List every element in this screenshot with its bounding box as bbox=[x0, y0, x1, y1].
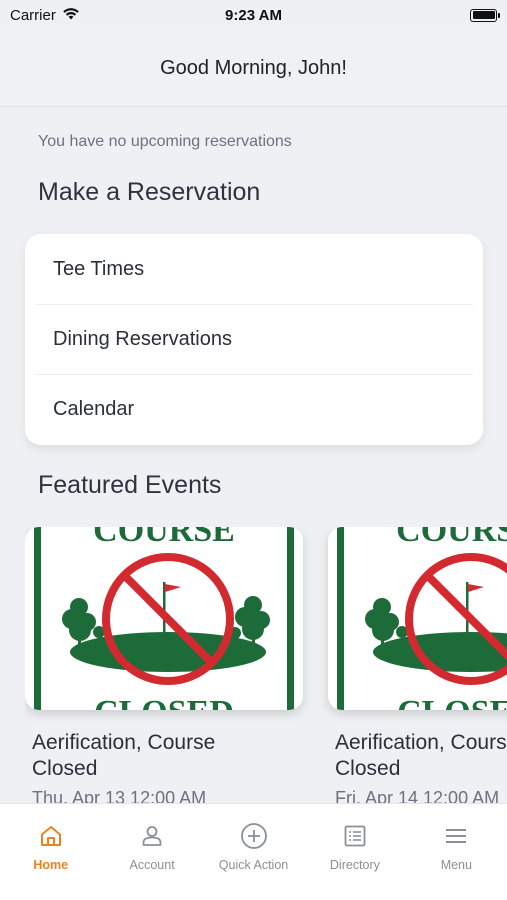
course-closed-image: COURSE CLOSED bbox=[328, 527, 507, 710]
tab-label: Directory bbox=[329, 858, 380, 872]
course-closed-sign-illustration: COURSE CLOSED bbox=[25, 527, 303, 710]
event-title: Aerification, Course Closed bbox=[32, 731, 216, 780]
tab-menu[interactable]: Menu bbox=[406, 804, 507, 900]
bottom-tab-bar: Home Account Quick Action Directory Menu bbox=[0, 803, 507, 900]
tab-label: Account bbox=[129, 858, 175, 872]
dining-reservations-item[interactable]: Dining Reservations bbox=[25, 304, 483, 374]
home-icon bbox=[37, 822, 65, 850]
tab-quick-action[interactable]: Quick Action bbox=[203, 804, 304, 900]
reservation-options-card: Tee Times Dining Reservations Calendar bbox=[25, 234, 483, 445]
carrier-label: Carrier bbox=[10, 6, 56, 24]
course-closed-sign-illustration: COURSE CLOSED bbox=[328, 527, 507, 710]
tab-account[interactable]: Account bbox=[101, 804, 202, 900]
plus-circle-icon bbox=[240, 822, 268, 850]
wifi-icon bbox=[62, 7, 80, 24]
list-icon bbox=[341, 822, 369, 850]
course-closed-image: COURSE CLOSED bbox=[25, 527, 303, 710]
tab-label: Home bbox=[33, 858, 69, 872]
featured-events-carousel[interactable]: COURSE CLOSED Aerification, Course Close… bbox=[25, 527, 507, 807]
event-title: Aerification, Course Closed bbox=[335, 731, 507, 780]
tab-directory[interactable]: Directory bbox=[304, 804, 405, 900]
sign-top-text: COURSE bbox=[93, 527, 235, 549]
tab-label: Menu bbox=[440, 858, 472, 872]
person-icon bbox=[138, 822, 166, 850]
event-card[interactable]: COURSE CLOSED Aerification, Course Close… bbox=[328, 527, 507, 807]
event-card[interactable]: COURSE CLOSED Aerification, Course Close… bbox=[25, 527, 305, 807]
make-reservation-heading: Make a Reservation bbox=[38, 178, 261, 206]
tab-home[interactable]: Home bbox=[0, 804, 101, 900]
sign-top-text: COURSE bbox=[396, 527, 507, 549]
tab-label: Quick Action bbox=[218, 858, 289, 872]
no-reservations-message: You have no upcoming reservations bbox=[38, 133, 292, 150]
status-bar: Carrier 9:23 AM bbox=[0, 0, 507, 30]
featured-events-heading: Featured Events bbox=[38, 471, 222, 499]
greeting-title: Good Morning, John! bbox=[160, 56, 347, 79]
tee-times-item[interactable]: Tee Times bbox=[25, 234, 483, 304]
sign-bottom-text: CLOSED bbox=[94, 694, 234, 710]
sign-bottom-text: CLOSED bbox=[397, 694, 507, 710]
battery-icon bbox=[470, 8, 500, 22]
calendar-item[interactable]: Calendar bbox=[25, 374, 483, 444]
hamburger-icon bbox=[442, 822, 470, 850]
app-header: Good Morning, John! bbox=[0, 30, 507, 107]
